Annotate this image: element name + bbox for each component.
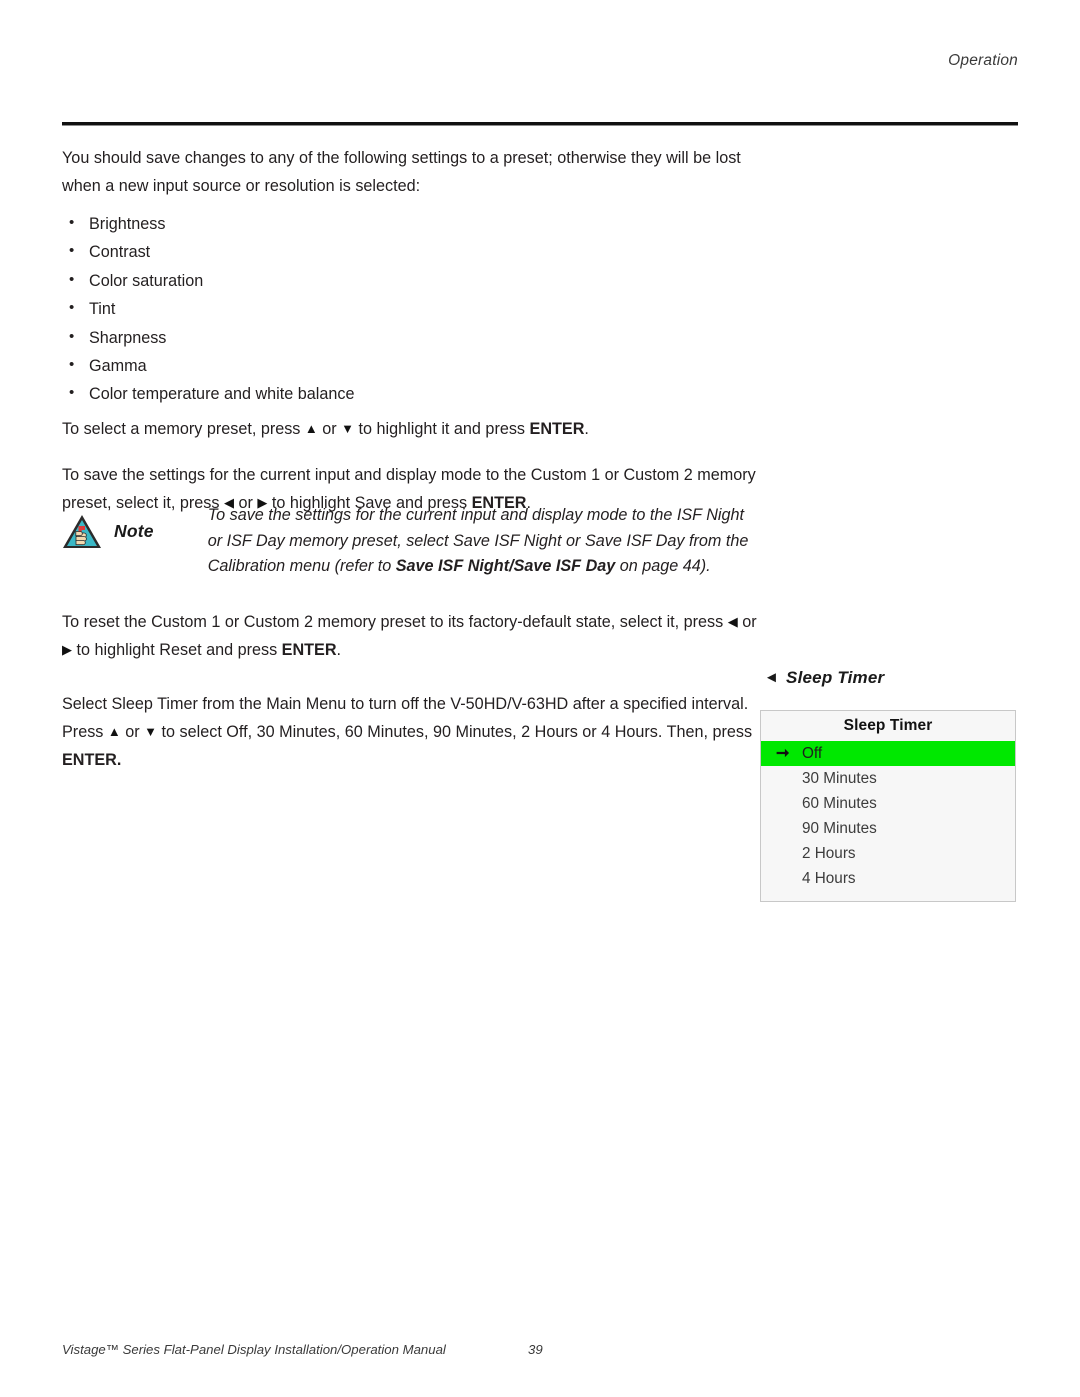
reset-preset-paragraph: To reset the Custom 1 or Custom 2 memory… — [62, 608, 762, 664]
osd-item-2-hours[interactable]: 2 Hours — [761, 841, 1015, 866]
select-preset-text-pre: To select a memory preset, press — [62, 419, 305, 438]
osd-menu-title: Sleep Timer — [843, 717, 933, 734]
arrow-down-icon — [144, 725, 157, 738]
list-item-label: Color saturation — [89, 271, 204, 290]
osd-item-4-hours[interactable]: 4 Hours — [761, 866, 1015, 891]
list-item: Color saturation — [62, 266, 762, 295]
reset-text-mid: or — [737, 613, 757, 631]
osd-item-label: 90 Minutes — [802, 820, 877, 837]
running-header: Operation — [948, 52, 1018, 69]
note-triangle-hand-icon — [62, 503, 106, 555]
sleep-text-post: to select Off, 30 Minutes, 60 Minutes, 9… — [157, 723, 753, 741]
list-item: Brightness — [62, 209, 762, 238]
sleep-text-mid: or — [120, 723, 145, 741]
list-item: Tint — [62, 294, 762, 323]
select-preset-paragraph: To select a memory preset, press or to h… — [62, 415, 762, 443]
intro-paragraph: You should save changes to any of the fo… — [62, 149, 741, 195]
settings-bullet-list: Brightness Contrast Color saturation Tin… — [62, 209, 762, 409]
list-item-label: Brightness — [89, 215, 166, 233]
osd-item-off[interactable]: ➞ Off — [761, 741, 1015, 766]
osd-item-label: 30 Minutes — [802, 770, 877, 787]
arrow-right-icon: ➞ — [776, 745, 790, 762]
list-item-label: Gamma — [89, 357, 147, 376]
list-item-label: Sharpness — [89, 328, 167, 347]
header-divider-rule — [62, 122, 1018, 126]
list-item-label: Contrast — [89, 243, 151, 262]
osd-item-label: 4 Hours — [802, 870, 856, 887]
note-text-bold-reference: Save ISF Night/Save ISF Day — [395, 557, 616, 576]
reset-text-post: to highlight Reset and press — [72, 641, 282, 659]
arrow-up-icon — [305, 422, 318, 435]
osd-item-label: 60 Minutes — [802, 795, 877, 812]
osd-item-label: Off — [802, 745, 823, 762]
reset-text-pre: To reset the Custom 1 or Custom 2 memory… — [62, 613, 728, 631]
select-preset-text-mid: or — [317, 419, 342, 438]
osd-caption: ◄ Sleep Timer — [764, 668, 884, 688]
arrow-down-icon — [341, 422, 354, 435]
enter-key-label: ENTER. — [62, 751, 122, 769]
note-text: To save the settings for the current inp… — [154, 503, 762, 580]
osd-item-30-minutes[interactable]: 30 Minutes — [761, 766, 1015, 791]
select-preset-text-post: to highlight it and press — [354, 419, 530, 438]
arrow-left-icon — [728, 615, 738, 628]
osd-item-90-minutes[interactable]: 90 Minutes — [761, 816, 1015, 841]
enter-key-label: ENTER — [281, 641, 337, 659]
list-item-label: Tint — [89, 300, 116, 319]
list-item: Gamma — [62, 351, 762, 380]
osd-caption-label: Sleep Timer — [786, 668, 885, 687]
osd-item-label: 2 Hours — [802, 845, 856, 862]
sleep-timer-paragraph: Select Sleep Timer from the Main Menu to… — [62, 690, 762, 774]
footer-page-number: 39 — [528, 1342, 543, 1357]
arrow-right-icon — [62, 643, 72, 656]
note-text-part2: on page 44). — [615, 557, 711, 576]
osd-item-60-minutes[interactable]: 60 Minutes — [761, 791, 1015, 816]
main-content: You should save changes to any of the fo… — [62, 144, 762, 517]
reset-text-end: . — [336, 641, 342, 659]
lower-content: To reset the Custom 1 or Custom 2 memory… — [62, 608, 762, 774]
enter-key-label: ENTER — [529, 419, 585, 438]
note-label: Note — [114, 521, 154, 541]
list-item: Sharpness — [62, 323, 762, 352]
sleep-timer-osd-menu: Sleep Timer ➞ Off 30 Minutes 60 Minutes 9… — [760, 710, 1016, 902]
note-callout: Note To save the settings for the curren… — [62, 503, 762, 580]
footer-manual-title: Vistage™ Series Flat-Panel Display Insta… — [62, 1342, 446, 1357]
list-item: Contrast — [62, 237, 762, 266]
arrow-up-icon — [108, 725, 121, 738]
list-item: Color temperature and white balance — [62, 379, 762, 408]
caret-left-icon: ◄ — [764, 669, 780, 686]
select-preset-text-end: . — [584, 419, 589, 438]
list-item-label: Color temperature and white balance — [89, 385, 355, 404]
